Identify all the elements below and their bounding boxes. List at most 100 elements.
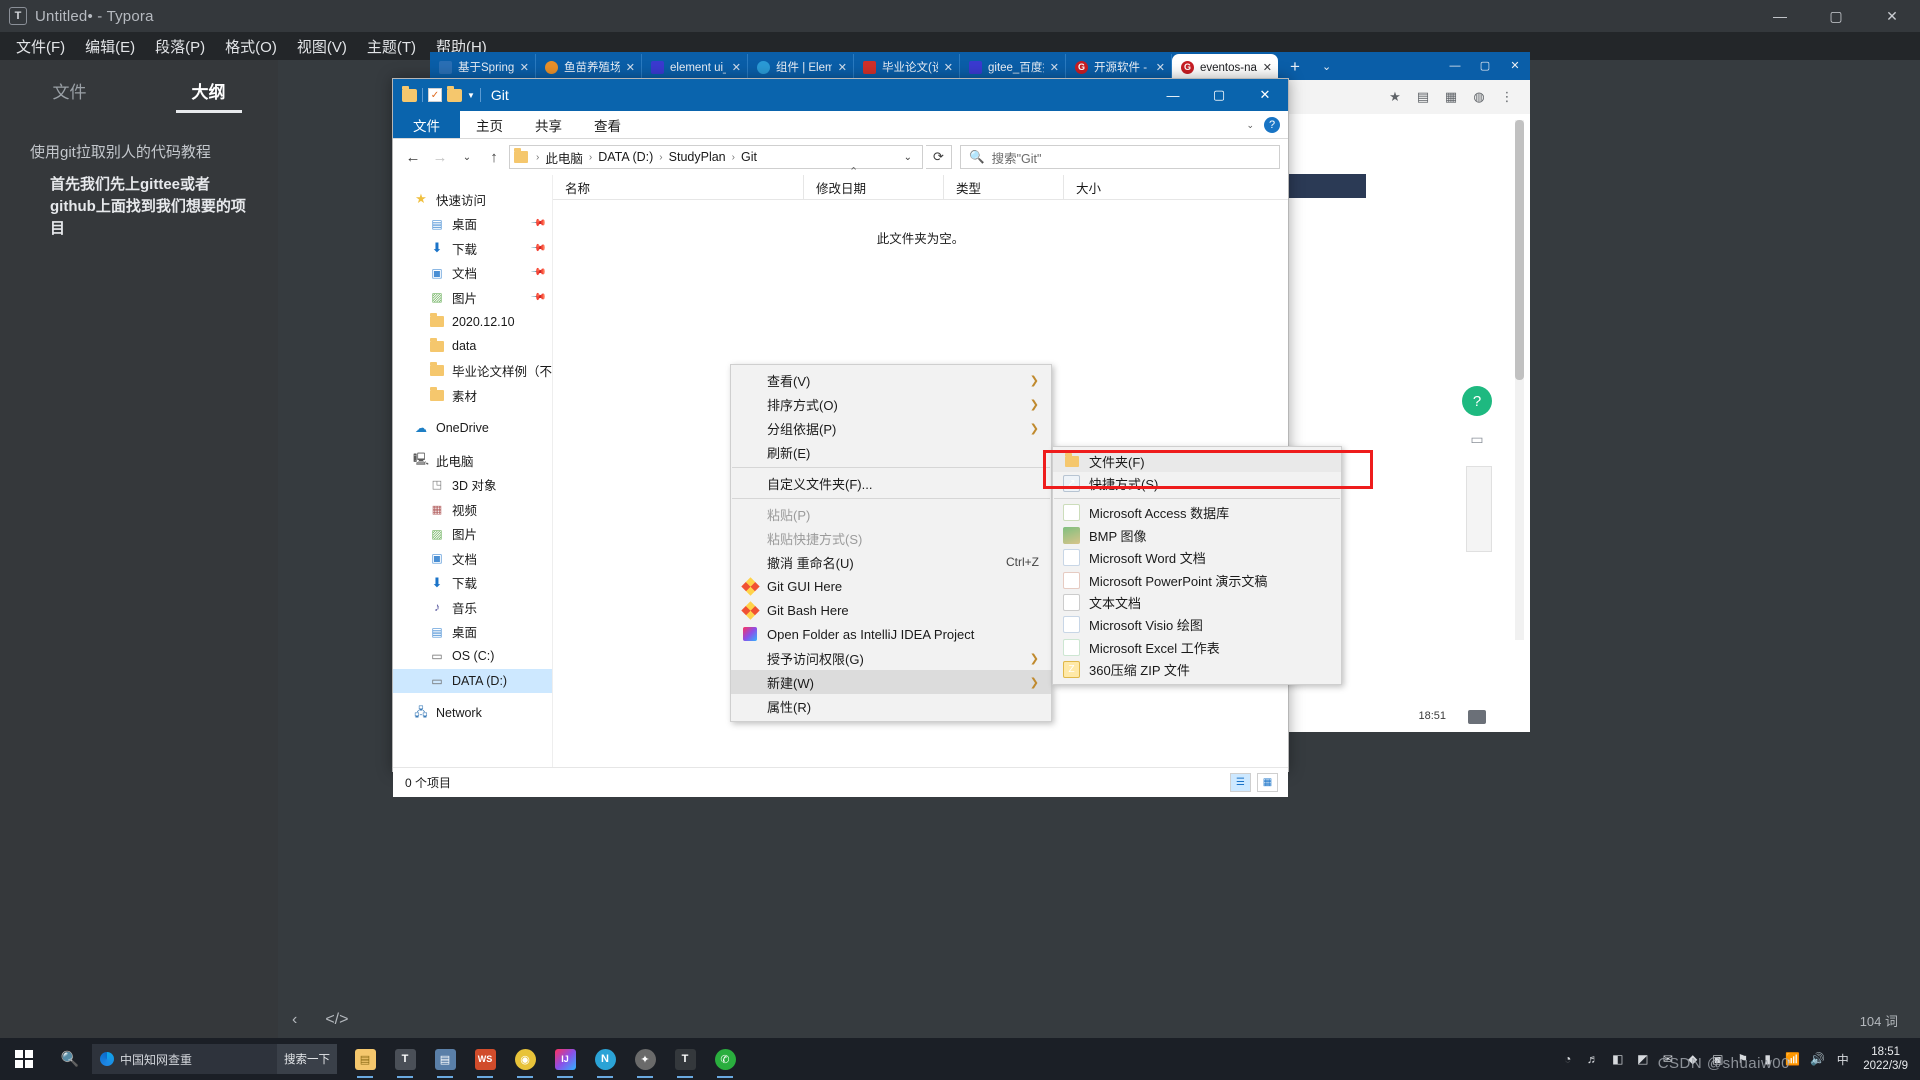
pin-icon[interactable]: 📌 (529, 264, 546, 281)
context-menu-item-refresh[interactable]: 刷新(E) (731, 440, 1051, 464)
search-icon[interactable]: 🔍 (48, 1038, 92, 1080)
ribbon-tab-file[interactable]: 文件 (393, 111, 460, 138)
context-menu-item-view[interactable]: 查看(V) ❯ (731, 368, 1051, 392)
tray-icon-0[interactable]: ◔ (1555, 1038, 1580, 1080)
typora-menu-theme[interactable]: 主题(T) (357, 33, 426, 60)
sidebar-tab-files[interactable]: 文件 (33, 74, 107, 113)
context-menu-item-git-bash-here[interactable]: Git Bash Here (731, 598, 1051, 622)
sidebar-item-data-d[interactable]: ▭ DATA (D:) (393, 668, 552, 693)
sidebar-item-documents-2[interactable]: ▣ 文档 (393, 546, 552, 571)
profile-icon[interactable]: ◍ (1468, 86, 1490, 108)
folder-icon[interactable] (402, 85, 417, 102)
sidebar-item-downloads-2[interactable]: ⬇ 下载 (393, 571, 552, 596)
typora-minimize-button[interactable]: — (1752, 0, 1808, 32)
context-menu-item-customize-folder[interactable]: 自定义文件夹(F)... (731, 471, 1051, 495)
tab-close-icon[interactable]: ✕ (1263, 61, 1272, 74)
tab-close-icon[interactable]: ✕ (732, 61, 741, 74)
settings-icon[interactable]: ⋮ (1496, 86, 1518, 108)
sidebar-item-videos[interactable]: ▦ 视频 (393, 497, 552, 522)
sidebar-item-pictures[interactable]: ▨ 图片 📌 (393, 285, 552, 310)
context-menu-item-undo-rename[interactable]: 撤消 重命名(U) Ctrl+Z (731, 550, 1051, 574)
sidebar-item-2020-12-10[interactable]: 2020.12.10 (393, 310, 552, 335)
context-menu-item-grant-access[interactable]: 授予访问权限(G) ❯ (731, 646, 1051, 670)
tray-icon-3[interactable]: ◩ (1630, 1038, 1655, 1080)
tray-icon-ime[interactable]: 中 (1830, 1038, 1855, 1080)
typora-menu-paragraph[interactable]: 段落(P) (145, 33, 215, 60)
sidebar-item-music[interactable]: ♪ 音乐 (393, 595, 552, 620)
breadcrumb-item-2[interactable]: StudyPlan (669, 150, 726, 164)
submenu-item-word-document[interactable]: W Microsoft Word 文档 (1053, 547, 1341, 569)
back-button[interactable]: ← (401, 145, 425, 169)
tab-close-icon[interactable]: ✕ (520, 61, 529, 74)
tray-icon-2[interactable]: ◧ (1605, 1038, 1630, 1080)
page-help-button[interactable]: ? (1462, 386, 1492, 416)
explorer-close-button[interactable]: ✕ (1242, 79, 1288, 111)
typora-menu-file[interactable]: 文件(F) (6, 33, 75, 60)
details-view-icon[interactable]: ☰ (1230, 773, 1251, 792)
sidebar-item-pictures-2[interactable]: ▨ 图片 (393, 522, 552, 547)
tab-list-chevron-icon[interactable]: ⌄ (1312, 54, 1341, 80)
column-header-size[interactable]: 大小 (1063, 175, 1163, 199)
taskbar-app-typora[interactable]: T (385, 1038, 425, 1080)
taskbar-app-idea[interactable]: IJ (545, 1038, 585, 1080)
star-icon[interactable]: ★ (1384, 86, 1406, 108)
sidebar-item-thesis-samples[interactable]: 毕业论文样例（不用 (393, 359, 552, 384)
taskbar-app-navicat[interactable]: N (585, 1038, 625, 1080)
breadcrumb-item-3[interactable]: Git (741, 150, 757, 164)
context-menu-item-open-folder-as-idea-project[interactable]: Open Folder as IntelliJ IDEA Project (731, 622, 1051, 646)
browser-tab-2[interactable]: element ui_百度 ✕ (642, 54, 748, 80)
source-code-mode-button[interactable]: </> (311, 1011, 362, 1029)
pin-icon[interactable]: 📌 (529, 289, 546, 306)
large-icons-view-icon[interactable]: ▦ (1257, 773, 1278, 792)
sidebar-item-data[interactable]: data (393, 334, 552, 359)
tray-icon-1[interactable]: ♬ (1580, 1038, 1605, 1080)
refresh-button[interactable]: ⟳ (926, 145, 952, 169)
page-scrollbar-thumb[interactable] (1515, 120, 1524, 380)
context-menu-item-sort-by[interactable]: 排序方式(O) ❯ (731, 392, 1051, 416)
sidebar-item-os-c[interactable]: ▭ OS (C:) (393, 644, 552, 669)
tab-close-icon[interactable]: ✕ (1050, 61, 1059, 74)
collections-icon[interactable]: ▦ (1440, 86, 1462, 108)
new-folder-icon[interactable] (447, 85, 462, 102)
sidebar-item-desktop-2[interactable]: ▤ 桌面 (393, 620, 552, 645)
submenu-item-360-zip-file[interactable]: Z 360压缩 ZIP 文件 (1053, 659, 1341, 681)
browser-tab-5[interactable]: gitee_百度搜索 ✕ (960, 54, 1066, 80)
sidebar-item-downloads[interactable]: ⬇ 下载 📌 (393, 236, 552, 261)
pin-icon[interactable]: 📌 (529, 240, 546, 257)
up-button[interactable]: ↑ (482, 145, 506, 169)
typora-menu-edit[interactable]: 编辑(E) (75, 33, 145, 60)
tray-icon-volume[interactable]: 🔊 (1805, 1038, 1830, 1080)
browser-tab-1[interactable]: 鱼苗养殖场管理系 ✕ (536, 54, 642, 80)
recent-locations-icon[interactable]: ⌄ (455, 145, 479, 169)
start-button[interactable] (0, 1038, 48, 1080)
context-menu-item-properties[interactable]: 属性(R) (731, 694, 1051, 718)
taskbar-search-button[interactable]: 搜索一下 (277, 1044, 337, 1074)
submenu-item-visio-drawing[interactable]: V Microsoft Visio 绘图 (1053, 614, 1341, 636)
sidebar-tab-outline[interactable]: 大纲 (172, 74, 246, 113)
submenu-item-bmp-image[interactable]: BMP 图像 (1053, 524, 1341, 546)
context-menu-item-group-by[interactable]: 分组依据(P) ❯ (731, 416, 1051, 440)
browser-tab-6[interactable]: G 开源软件 - Gitee ✕ (1066, 54, 1172, 80)
browser-tab-3[interactable]: 组件 | Element ✕ (748, 54, 854, 80)
sidebar-item-documents[interactable]: ▣ 文档 📌 (393, 261, 552, 286)
submenu-item-access-database[interactable]: A Microsoft Access 数据库 (1053, 502, 1341, 524)
submenu-item-folder[interactable]: 文件夹(F) (1053, 450, 1341, 473)
explorer-minimize-button[interactable]: — (1150, 79, 1196, 111)
typora-menu-view[interactable]: 视图(V) (287, 33, 357, 60)
browser-tab-4[interactable]: 毕业论文(设计)管 ✕ (854, 54, 960, 80)
help-icon[interactable]: ? (1264, 117, 1280, 133)
taskbar-app-xmind[interactable]: ✦ (625, 1038, 665, 1080)
column-header-date[interactable]: 修改日期 (803, 175, 943, 199)
taskbar-search-input[interactable]: 中国知网查重 搜索一下 (92, 1044, 337, 1074)
taskbar-app-wechat[interactable]: ✆ (705, 1038, 745, 1080)
breadcrumb-item-1[interactable]: DATA (D:) (598, 150, 653, 164)
outline-item-level1[interactable]: 使用git拉取别人的代码教程 (30, 141, 270, 162)
prev-nav-button[interactable]: ‹ (278, 1011, 311, 1029)
context-menu-item-git-gui-here[interactable]: Git GUI Here (731, 574, 1051, 598)
browser-tab-7-active[interactable]: G eventos-nano: 基 ✕ (1172, 54, 1278, 80)
taskbar-app-chrome[interactable]: ◉ (505, 1038, 545, 1080)
submenu-item-excel-worksheet[interactable]: X Microsoft Excel 工作表 (1053, 636, 1341, 658)
column-header-type[interactable]: 类型 (943, 175, 1063, 199)
address-dropdown-icon[interactable]: ⌄ (898, 152, 918, 163)
tab-close-icon[interactable]: ✕ (626, 61, 635, 74)
